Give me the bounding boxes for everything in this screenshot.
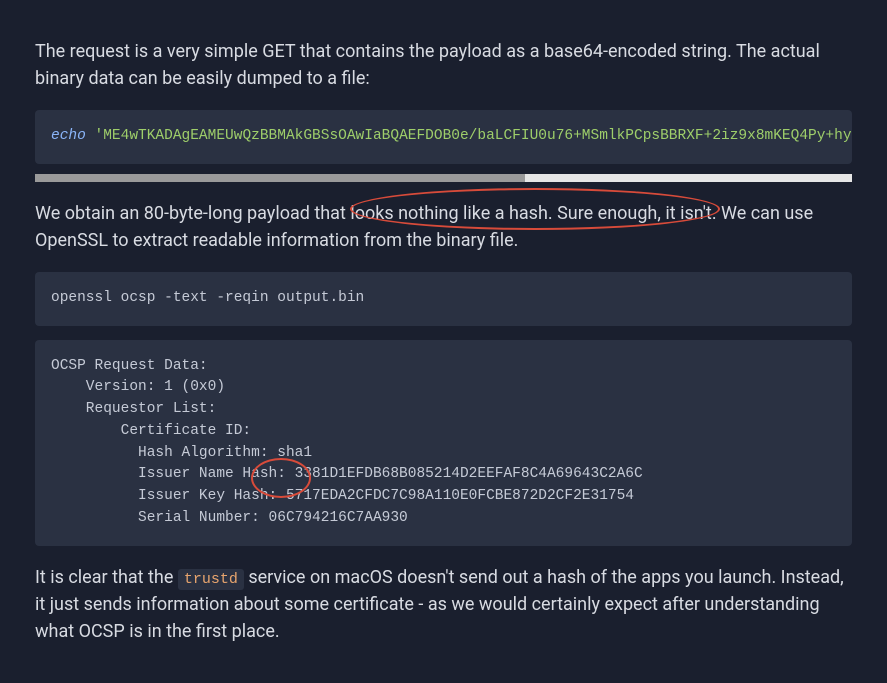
paragraph2-prefix: We obtain an 80-byte-long payload that xyxy=(35,203,350,224)
paragraph2-highlighted: looks nothing like a hash. Sure enough, … xyxy=(350,203,716,224)
scroll-thumb[interactable] xyxy=(35,174,525,182)
scroll-track[interactable] xyxy=(35,174,852,182)
code-block-openssl-cmd[interactable]: openssl ocsp -text -reqin output.bin xyxy=(35,272,852,326)
conclusion-paragraph: It is clear that the trustd service on m… xyxy=(35,564,852,646)
paragraph3-prefix: It is clear that the xyxy=(35,567,178,588)
payload-paragraph: We obtain an 80-byte-long payload that l… xyxy=(35,200,852,254)
inline-code-trustd: trustd xyxy=(178,569,244,590)
code-block-echo[interactable]: echo 'ME4wTKADAgEAMEUwQzBBMAkGBSsOAwIaBQ… xyxy=(35,110,852,164)
annotated-code-wrapper: OCSP Request Data: Version: 1 (0x0) Requ… xyxy=(35,340,852,546)
intro-paragraph: The request is a very simple GET that co… xyxy=(35,38,852,92)
annotated-paragraph-wrapper: We obtain an 80-byte-long payload that l… xyxy=(35,200,852,254)
code-block-ocsp-output[interactable]: OCSP Request Data: Version: 1 (0x0) Requ… xyxy=(35,340,852,546)
keyword-echo: echo xyxy=(51,128,86,144)
string-literal: 'ME4wTKADAgEAMEUwQzBBMAkGBSsOAwIaBQAEFDO… xyxy=(86,128,852,144)
